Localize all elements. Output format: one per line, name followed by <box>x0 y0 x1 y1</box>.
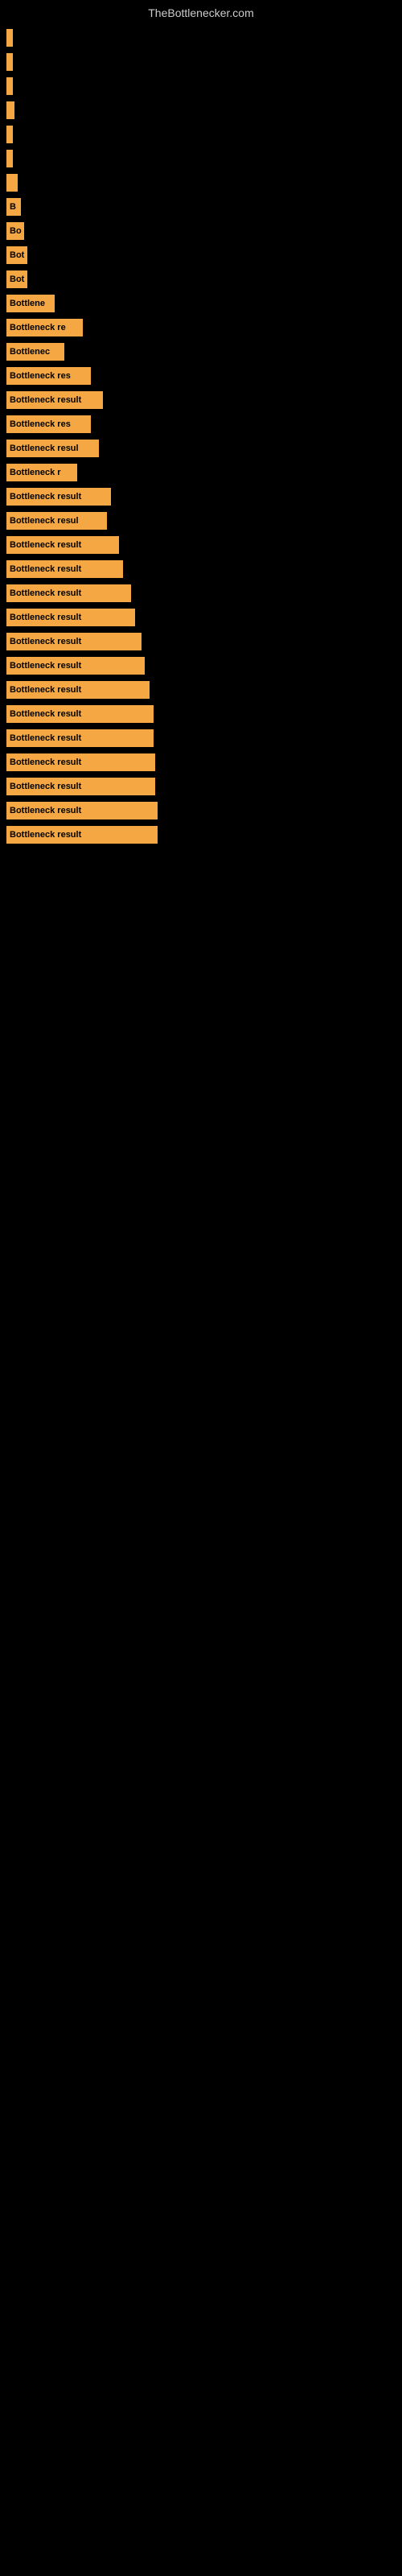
bar-row <box>0 26 402 50</box>
bar-item: Bottleneck res <box>6 367 91 385</box>
bar-item: Bottleneck result <box>6 609 135 626</box>
bar-item <box>6 53 13 71</box>
bar-label: Bottleneck result <box>10 395 81 405</box>
bar-row: Bottleneck result <box>0 533 402 557</box>
bar-label: Bottleneck result <box>10 637 81 646</box>
site-title: TheBottlenecker.com <box>0 0 402 26</box>
bar-item: Bottleneck result <box>6 826 158 844</box>
bar-row: Bottleneck result <box>0 605 402 630</box>
bar-item: Bottleneck result <box>6 681 150 699</box>
bar-row <box>0 50 402 74</box>
bars-container: B Bo Bot Bot Bottlene Bottleneck re Bottlenec B… <box>0 26 402 847</box>
bar-label: Bottleneck res <box>10 419 71 429</box>
bar-label: Bottleneck result <box>10 758 81 767</box>
bar-row: Bottleneck result <box>0 678 402 702</box>
bar-row: B <box>0 195 402 219</box>
bar-row: Bottleneck result <box>0 630 402 654</box>
bar-item: Bottleneck result <box>6 705 154 723</box>
bar-label: Bottleneck result <box>10 733 81 743</box>
bar-item: Bottleneck result <box>6 657 145 675</box>
bar-row <box>0 98 402 122</box>
bar-row: Bottleneck result <box>0 774 402 799</box>
bar-item <box>6 101 14 119</box>
bar-item <box>6 77 13 95</box>
bar-label: Bottleneck result <box>10 564 81 574</box>
bar-item: Bottlenec <box>6 343 64 361</box>
bar-label: Bottleneck r <box>10 468 61 477</box>
bar-label: Bo <box>10 226 22 236</box>
bar-item: Bottlene <box>6 295 55 312</box>
bar-item: Bottleneck result <box>6 488 111 506</box>
bar-label: Bot <box>10 275 24 284</box>
bar-item: Bottleneck result <box>6 778 155 795</box>
bar-item: Bo <box>6 222 24 240</box>
bar-label: Bottleneck result <box>10 709 81 719</box>
bar-label: Bottleneck res <box>10 371 71 381</box>
bar-label: Bottleneck result <box>10 782 81 791</box>
bar-label: Bottleneck result <box>10 613 81 622</box>
bar-label: Bottleneck result <box>10 588 81 598</box>
bar-item: B <box>6 198 21 216</box>
bar-row <box>0 122 402 147</box>
bar-row: Bo <box>0 219 402 243</box>
bar-row: Bottleneck result <box>0 726 402 750</box>
bar-item: Bottleneck result <box>6 753 155 771</box>
site-title-container: TheBottlenecker.com <box>0 0 402 26</box>
bar-label: Bottleneck result <box>10 661 81 671</box>
bar-row: Bottleneck res <box>0 412 402 436</box>
bar-label: Bottleneck resul <box>10 444 79 453</box>
bar-row: Bottleneck r <box>0 460 402 485</box>
bar-row: Bottleneck resul <box>0 436 402 460</box>
bar-item: Bottleneck r <box>6 464 77 481</box>
bar-row <box>0 147 402 171</box>
bar-row: Bottleneck result <box>0 799 402 823</box>
bar-label: Bottlenec <box>10 347 50 357</box>
bar-item: Bot <box>6 270 27 288</box>
bar-row: Bottleneck re <box>0 316 402 340</box>
bar-label: Bottleneck result <box>10 492 81 502</box>
bar-item: Bottleneck resul <box>6 440 99 457</box>
bar-item: Bottleneck result <box>6 560 123 578</box>
bar-row: Bottleneck result <box>0 654 402 678</box>
bar-row: Bottleneck res <box>0 364 402 388</box>
bar-item: Bottleneck resul <box>6 512 107 530</box>
bar-item: Bottleneck result <box>6 391 103 409</box>
bar-row: Bottleneck result <box>0 823 402 847</box>
bar-row: Bottlenec <box>0 340 402 364</box>
bar-item <box>6 174 18 192</box>
bar-label: Bottlene <box>10 299 45 308</box>
bar-label: Bottleneck result <box>10 830 81 840</box>
bar-item: Bottleneck re <box>6 319 83 336</box>
bar-label: Bottleneck re <box>10 323 66 332</box>
bar-row: Bot <box>0 243 402 267</box>
bar-item: Bottleneck result <box>6 633 142 650</box>
bar-item <box>6 150 13 167</box>
bar-row <box>0 171 402 195</box>
bar-item <box>6 29 13 47</box>
bar-item: Bottleneck result <box>6 584 131 602</box>
bar-row: Bottleneck result <box>0 750 402 774</box>
bar-item: Bottleneck result <box>6 536 119 554</box>
bar-label: Bottleneck result <box>10 685 81 695</box>
bar-label: B <box>10 202 16 212</box>
bar-row <box>0 74 402 98</box>
bar-item: Bot <box>6 246 27 264</box>
bar-row: Bottleneck result <box>0 581 402 605</box>
bar-row: Bottlene <box>0 291 402 316</box>
bar-item: Bottleneck res <box>6 415 91 433</box>
bar-item <box>6 126 13 143</box>
bar-label: Bottleneck result <box>10 540 81 550</box>
bar-row: Bottleneck resul <box>0 509 402 533</box>
bar-label: Bot <box>10 250 24 260</box>
bar-label: Bottleneck resul <box>10 516 79 526</box>
bar-row: Bot <box>0 267 402 291</box>
bar-row: Bottleneck result <box>0 388 402 412</box>
bar-item: Bottleneck result <box>6 729 154 747</box>
bar-row: Bottleneck result <box>0 702 402 726</box>
bar-row: Bottleneck result <box>0 557 402 581</box>
bar-item: Bottleneck result <box>6 802 158 819</box>
bar-label: Bottleneck result <box>10 806 81 815</box>
bar-row: Bottleneck result <box>0 485 402 509</box>
